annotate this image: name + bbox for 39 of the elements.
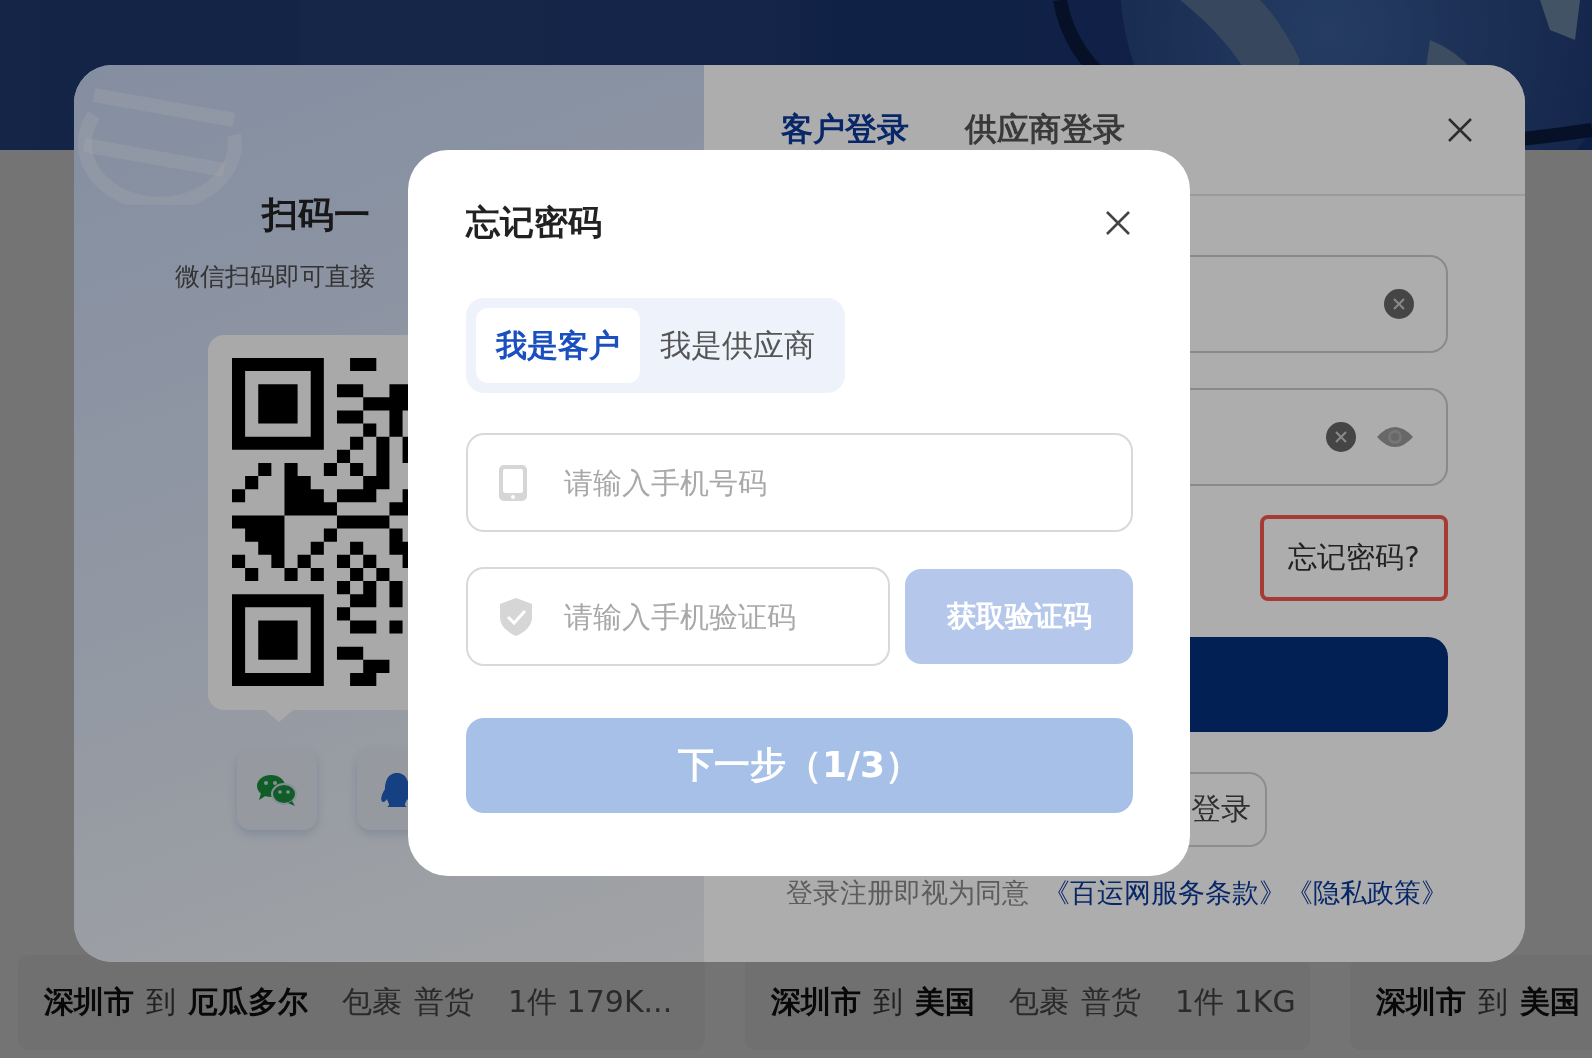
route-card[interactable]: 深圳市 到 美国 bbox=[1350, 955, 1592, 1050]
code-field[interactable]: 请输入手机验证码 bbox=[466, 567, 890, 666]
origin-city: 深圳市 bbox=[44, 983, 134, 1021]
role-option[interactable]: 我是客户 bbox=[476, 308, 640, 383]
policy-link[interactable]: 《隐私政策》 bbox=[1286, 875, 1448, 911]
origin-city: 深圳市 bbox=[1376, 983, 1466, 1021]
wechat-icon bbox=[256, 773, 298, 807]
wechat-button[interactable] bbox=[237, 750, 317, 830]
agreement-text: 登录注册即视为同意 bbox=[786, 876, 1029, 910]
route-connector: 到 bbox=[873, 983, 903, 1021]
cargo-tag: 普货 bbox=[1081, 982, 1141, 1023]
destination-city: 美国 bbox=[1520, 983, 1580, 1021]
origin-city: 深圳市 bbox=[771, 983, 861, 1021]
forgot-password-link[interactable]: 忘记密码? bbox=[1260, 515, 1448, 601]
policy-link[interactable]: 《百运网服务条款》 bbox=[1043, 875, 1286, 911]
eye-icon[interactable] bbox=[1376, 425, 1414, 449]
clear-icon[interactable] bbox=[1326, 422, 1356, 452]
route-connector: 到 bbox=[1478, 983, 1508, 1021]
destination-city: 美国 bbox=[915, 983, 975, 1021]
close-icon[interactable] bbox=[1105, 210, 1131, 236]
clear-icon[interactable] bbox=[1384, 289, 1414, 319]
login-tab[interactable]: 客户登录 bbox=[781, 107, 909, 152]
route-card[interactable]: 深圳市 到 厄瓜多尔 包裹 普货 1件 179K... bbox=[18, 955, 705, 1050]
phone-icon bbox=[498, 463, 528, 502]
shield-icon bbox=[498, 596, 534, 637]
qr-subtitle: 微信扫码即可直接 bbox=[175, 261, 375, 293]
cargo-quantity: 1件 1KG bbox=[1175, 983, 1296, 1021]
phone-field[interactable]: 请输入手机号码 bbox=[466, 433, 1133, 532]
cargo-tag: 普货 bbox=[414, 982, 474, 1023]
close-icon[interactable] bbox=[1447, 116, 1473, 143]
role-option[interactable]: 我是供应商 bbox=[640, 308, 835, 383]
login-tab[interactable]: 供应商登录 bbox=[965, 107, 1125, 152]
cargo-quantity: 1件 179K... bbox=[508, 983, 673, 1021]
qr-title: 扫码一 bbox=[262, 193, 370, 237]
route-connector: 到 bbox=[146, 983, 176, 1021]
cargo-tag: 包裹 bbox=[342, 982, 402, 1023]
destination-city: 厄瓜多尔 bbox=[188, 983, 308, 1021]
cargo-tag: 包裹 bbox=[1009, 982, 1069, 1023]
dialog-title: 忘记密码 bbox=[466, 201, 602, 244]
